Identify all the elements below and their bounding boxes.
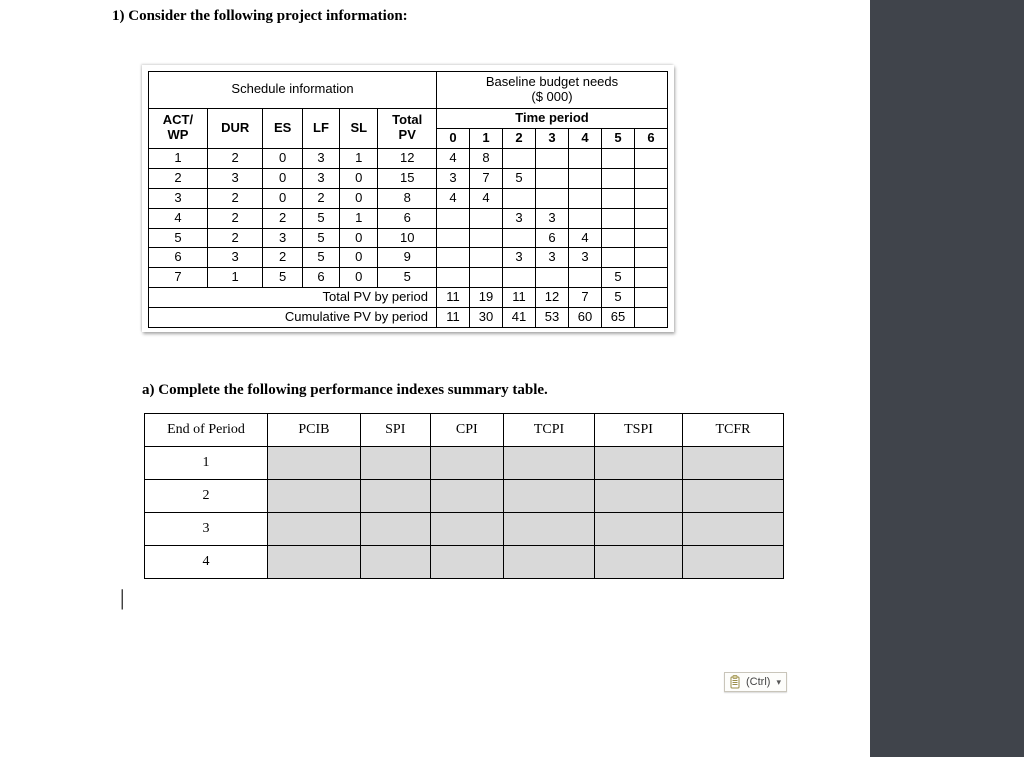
side-panel (870, 0, 1024, 757)
perf-header-row: End of Period PCIB SPI CPI TCPI TSPI TCF… (145, 414, 784, 447)
schedule-row: 32020844 (149, 188, 668, 208)
schedule-table: Schedule information Baseline budget nee… (148, 71, 668, 328)
perf-row: 3 (145, 513, 784, 546)
col-dur: DUR (207, 108, 263, 148)
schedule-row: 7156055 (149, 268, 668, 288)
col-time-period: Time period (437, 108, 668, 128)
performance-table: End of Period PCIB SPI CPI TCPI TSPI TCF… (144, 413, 784, 579)
schedule-row: 632509333 (149, 248, 668, 268)
cumulative-pv-label: Cumulative PV by period (149, 308, 437, 328)
paste-options-label: (Ctrl) (746, 676, 770, 688)
col-total-pv: Total PV (378, 108, 437, 148)
schedule-row: 2303015375 (149, 168, 668, 188)
col-act-wp: ACT/ WP (149, 108, 208, 148)
schedule-table-figure: Schedule information Baseline budget nee… (142, 65, 674, 332)
dropdown-icon: ▾ (776, 677, 781, 688)
col-lf: LF (302, 108, 339, 148)
question-heading: 1) Consider the following project inform… (112, 8, 870, 25)
total-pv-label: Total PV by period (149, 288, 437, 308)
paste-options-button[interactable]: (Ctrl) ▾ (724, 672, 787, 692)
col-es: ES (263, 108, 302, 148)
subquestion-heading: a) Complete the following performance in… (142, 382, 870, 399)
col-sl: SL (340, 108, 378, 148)
schedule-row: 523501064 (149, 228, 668, 248)
text-cursor: | (120, 585, 870, 611)
clipboard-icon (729, 675, 742, 689)
schedule-row: 120311248 (149, 148, 668, 168)
perf-row: 4 (145, 546, 784, 579)
schedule-section-right: Baseline budget needs ($ 000) (437, 72, 668, 109)
perf-row: 2 (145, 480, 784, 513)
perf-row: 1 (145, 447, 784, 480)
schedule-section-left: Schedule information (149, 72, 437, 109)
schedule-row: 42251633 (149, 208, 668, 228)
